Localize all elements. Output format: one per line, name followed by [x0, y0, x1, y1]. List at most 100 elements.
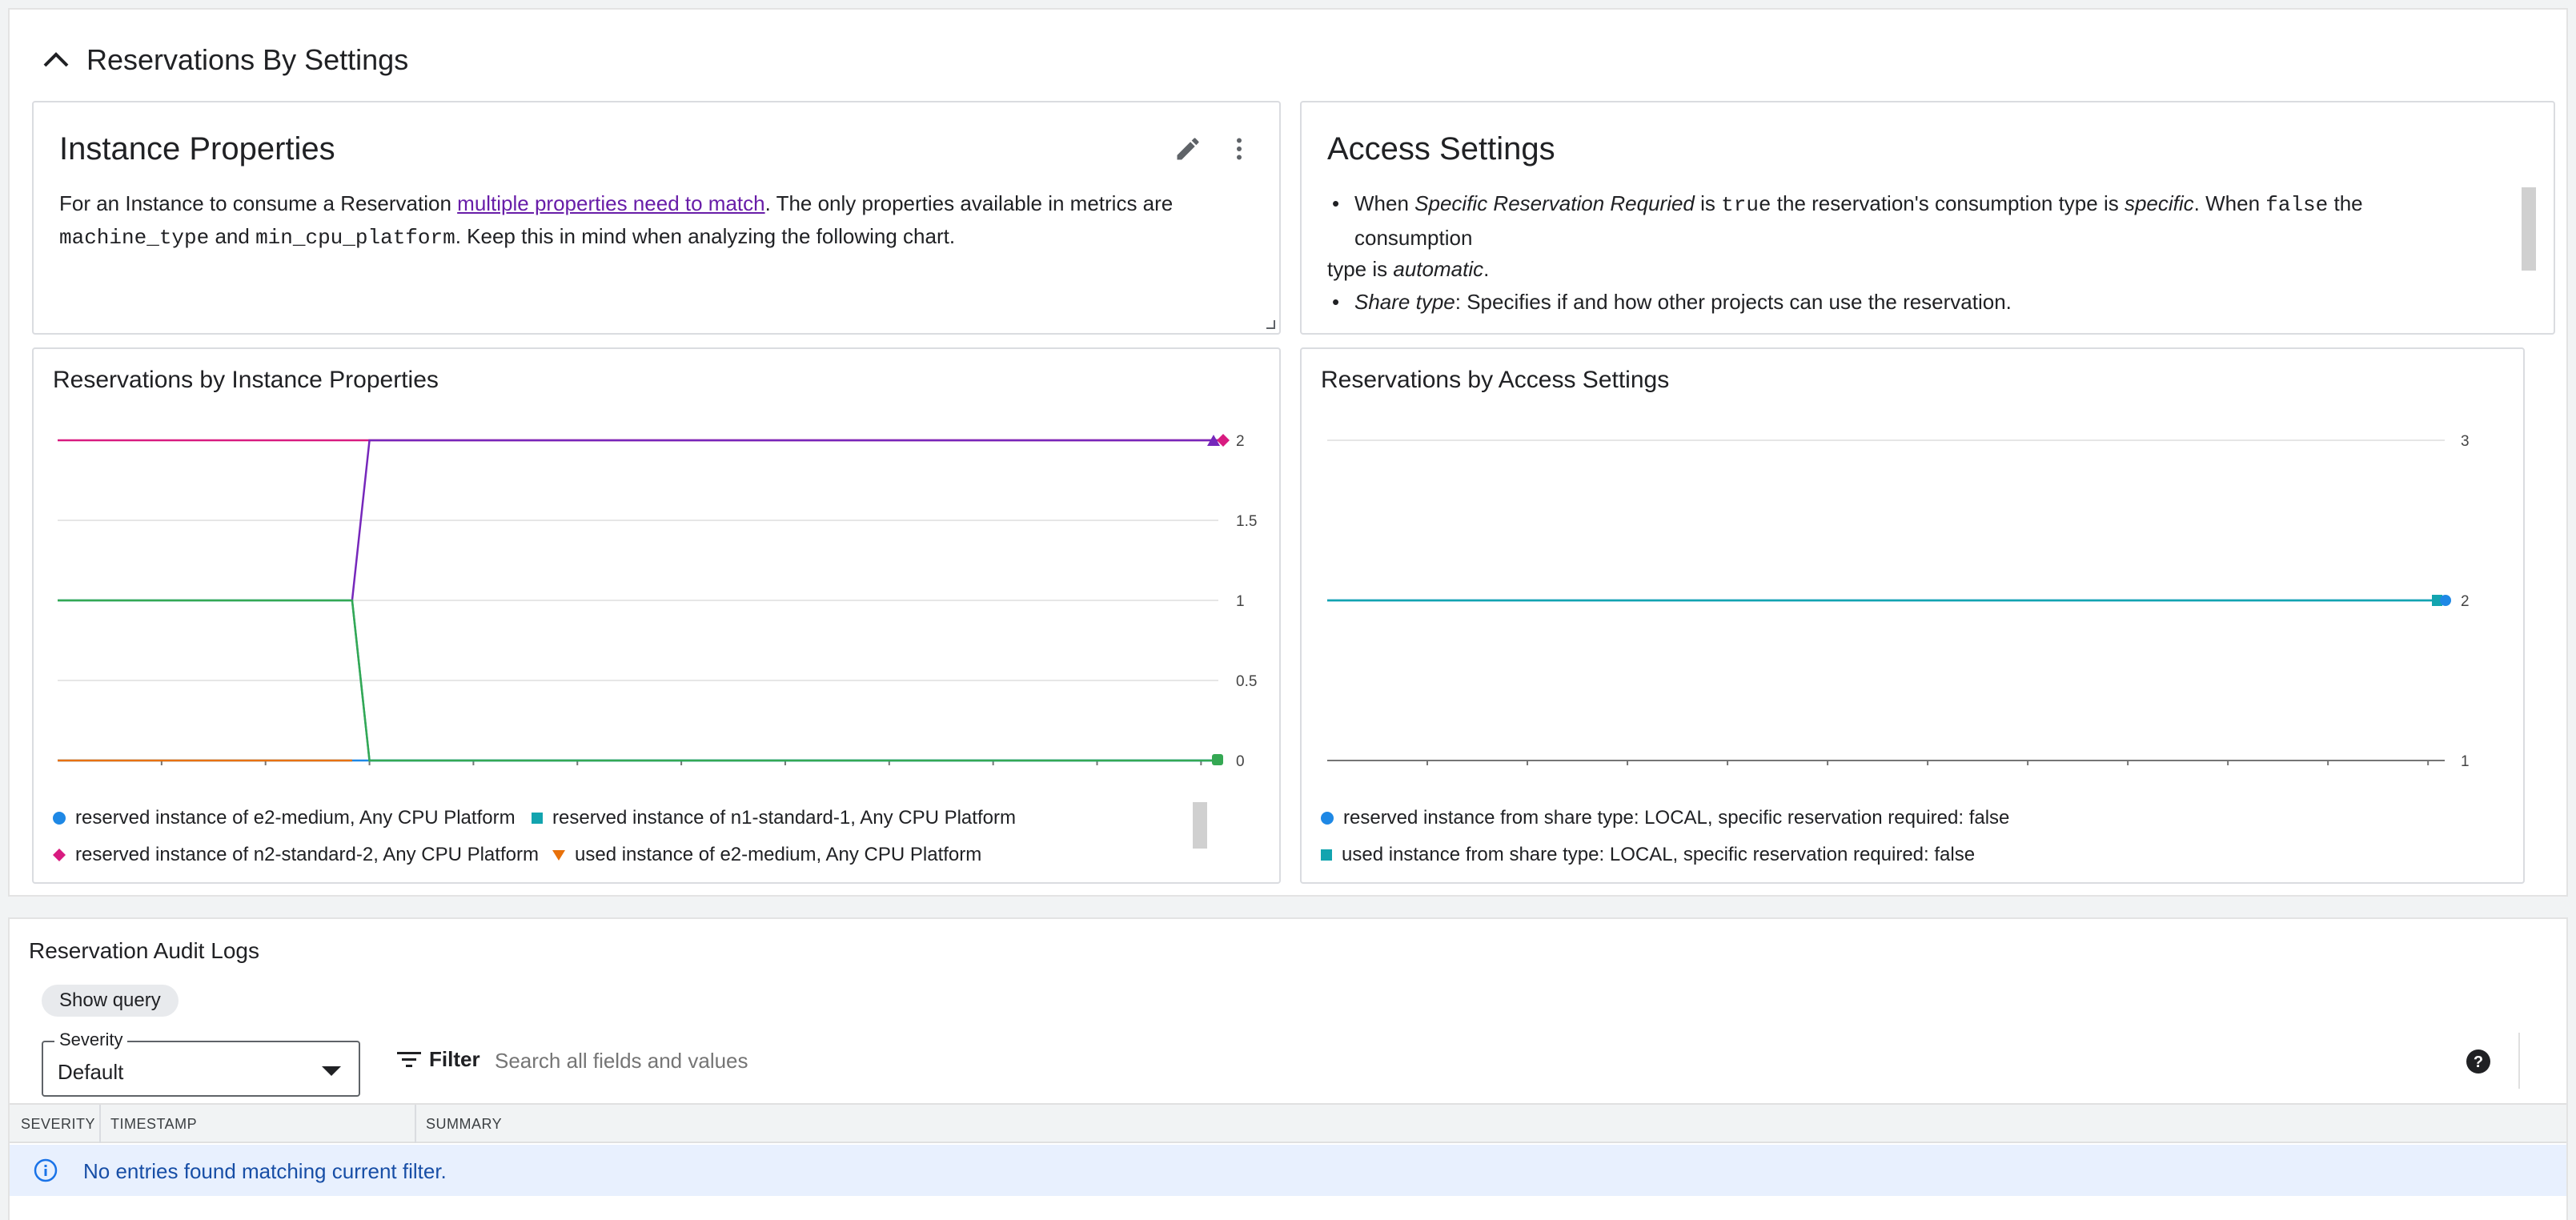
- column-header-severity[interactable]: SEVERITY: [21, 1105, 95, 1143]
- legend-item[interactable]: used instance of e2-medium, Any CPU Plat…: [552, 844, 981, 866]
- legend-item[interactable]: reserved instance of n1-standard-1, Any …: [532, 807, 1016, 829]
- legend-label: used instance of e2-medium, Any CPU Plat…: [575, 844, 982, 865]
- chevron-up-icon[interactable]: [42, 50, 70, 69]
- legend-triangle-icon: [552, 850, 565, 861]
- text: is: [1694, 191, 1722, 215]
- access-settings-chart: 1 2 3 UTC-6 10:00 AM 10:30 AM 11:00 AM 11:30 AM…: [1327, 433, 2470, 773]
- text: .: [1483, 257, 1490, 281]
- x-tick-label: 10:00 AM: [1395, 772, 1459, 773]
- multiple-properties-link[interactable]: multiple properties need to match: [457, 191, 764, 215]
- instance-properties-chart: 0 0.5 1 1.5 2 UTC-6 10:00 AM 10:30 AM 11:00 AM 11…: [58, 433, 1257, 773]
- search-input[interactable]: [493, 1044, 1457, 1078]
- y-tick-label: 1.5: [1236, 513, 1257, 530]
- x-tick-label: 11:00 AM: [1596, 772, 1659, 773]
- y-tick-label: 1: [1236, 593, 1245, 610]
- access-settings-text: • When Specific Reservation Requried is …: [1327, 191, 2363, 314]
- x-tick-label: 2:30 PM: [2300, 772, 2357, 773]
- legend-circle-icon: [1321, 812, 1334, 825]
- text: automatic: [1393, 257, 1484, 281]
- text: type is: [1327, 257, 1394, 281]
- x-tick-label: 2:00 PM: [965, 772, 1021, 773]
- y-tick-label: 2: [1236, 433, 1245, 450]
- help-icon[interactable]: ?: [2466, 1049, 2491, 1074]
- x-tick-label: 10:00 AM: [130, 772, 194, 773]
- x-tick-label: 10:30 AM: [234, 772, 298, 773]
- instance-properties-title: Instance Properties: [59, 131, 335, 167]
- severity-select[interactable]: Severity Default: [42, 1029, 360, 1097]
- x-tick-label: UTC-6: [58, 772, 102, 773]
- x-tick-label: 11:30 AM: [442, 772, 505, 773]
- chart2-title: Reservations by Access Settings: [1321, 367, 1670, 393]
- pencil-icon[interactable]: [1174, 134, 1202, 163]
- text: When: [1354, 191, 1415, 215]
- toolbar-divider: [2518, 1033, 2520, 1089]
- x-tick-label: 2:00 PM: [2200, 772, 2257, 773]
- y-tick-label: 2: [2461, 593, 2470, 610]
- y-tick-label: 0.5: [1236, 673, 1257, 690]
- access-settings-chart-card: Reservations by Access Settings 1 2 3 UTC-6…: [1300, 347, 2525, 884]
- text: : Specifies if and how other projects ca…: [1455, 290, 2012, 314]
- info-icon: [34, 1158, 58, 1182]
- text: . Keep this in mind when analyzing the f…: [455, 224, 956, 248]
- legend-circle-icon: [53, 812, 66, 825]
- text: specific: [2124, 191, 2194, 215]
- x-tick-label: 12:30 PM: [1895, 772, 1960, 773]
- column-header-summary[interactable]: SUMMARY: [426, 1105, 502, 1143]
- access-settings-card: Access Settings • When Specific Reservat…: [1300, 101, 2555, 335]
- svg-text:?: ?: [2474, 1053, 2483, 1071]
- show-query-button[interactable]: Show query: [42, 985, 179, 1017]
- x-tick-label: 10:30 AM: [1495, 772, 1559, 773]
- empty-message-row: No entries found matching current filter…: [10, 1145, 2566, 1196]
- scrollbar-thumb[interactable]: [2522, 187, 2536, 271]
- x-tick-label: 1:30 PM: [861, 772, 917, 773]
- y-tick-label: 1: [2461, 753, 2470, 770]
- legend-item[interactable]: reserved instance from share type: LOCAL…: [1321, 807, 2009, 829]
- column-header-timestamp[interactable]: TIMESTAMP: [110, 1105, 197, 1143]
- arrow-drop-down-icon: [322, 1066, 341, 1076]
- section-title: Reservations By Settings: [86, 43, 409, 76]
- legend-label: reserved instance of e2-medium, Any CPU …: [75, 807, 516, 829]
- x-tick-label: 3:00 PM: [2400, 772, 2457, 773]
- legend-item[interactable]: reserved instance of n2-standard-2, Any …: [53, 844, 539, 866]
- x-tick-label: UTC-6: [1327, 772, 1372, 773]
- legend-label: used instance from share type: LOCAL, sp…: [1342, 844, 1976, 865]
- legend-item[interactable]: used instance from share type: LOCAL, sp…: [1321, 844, 1975, 866]
- x-tick-label: 12:30 PM: [648, 772, 713, 773]
- filter-icon[interactable]: [397, 1050, 421, 1070]
- filter-label[interactable]: Filter: [429, 1047, 480, 1072]
- chart1-title: Reservations by Instance Properties: [53, 367, 439, 393]
- empty-message: No entries found matching current filter…: [83, 1159, 447, 1183]
- x-tick-label: 1:00 PM: [757, 772, 814, 773]
- text: Share type: [1354, 290, 1455, 314]
- legend-item[interactable]: reserved instance of e2-medium, Any CPU …: [53, 807, 516, 829]
- text: . When: [2193, 191, 2266, 215]
- legend-label: reserved instance of n2-standard-2, Any …: [75, 844, 539, 865]
- resize-handle-icon[interactable]: [1265, 319, 1276, 330]
- y-tick-label: 3: [2461, 433, 2470, 450]
- x-tick-label: 12:00 PM: [1795, 772, 1860, 773]
- legend-diamond-icon: [53, 849, 66, 861]
- severity-value: Default: [58, 1060, 124, 1084]
- x-tick-label: 11:30 AM: [1696, 772, 1759, 773]
- text: For an Instance to consume a Reservation: [59, 191, 458, 215]
- series-end-marker: [2440, 595, 2451, 606]
- text: the reservation's consumption type is: [1771, 191, 2125, 215]
- column-divider: [99, 1105, 101, 1143]
- access-settings-title: Access Settings: [1327, 131, 1555, 167]
- column-divider: [415, 1105, 416, 1143]
- x-tick-label: 2:30 PM: [1069, 772, 1125, 773]
- y-tick-label: 0: [1236, 753, 1245, 770]
- x-tick-label: 11:00 AM: [338, 772, 401, 773]
- text: and: [209, 224, 256, 248]
- legend-square-icon: [532, 813, 543, 824]
- instance-properties-text: For an Instance to consume a Reservation…: [59, 187, 1173, 255]
- text: . The only properties available in metri…: [764, 191, 1174, 215]
- code-true: true: [1721, 193, 1772, 217]
- legend-square-icon: [1321, 849, 1332, 861]
- legend-scrollbar[interactable]: [1193, 802, 1207, 849]
- code-false: false: [2265, 193, 2329, 217]
- x-tick-label: 1:30 PM: [2100, 772, 2157, 773]
- instance-properties-card: Instance Properties For an Instance to c…: [32, 101, 1281, 335]
- legend-label: reserved instance from share type: LOCAL…: [1343, 807, 2010, 829]
- more-vert-icon[interactable]: [1225, 134, 1254, 163]
